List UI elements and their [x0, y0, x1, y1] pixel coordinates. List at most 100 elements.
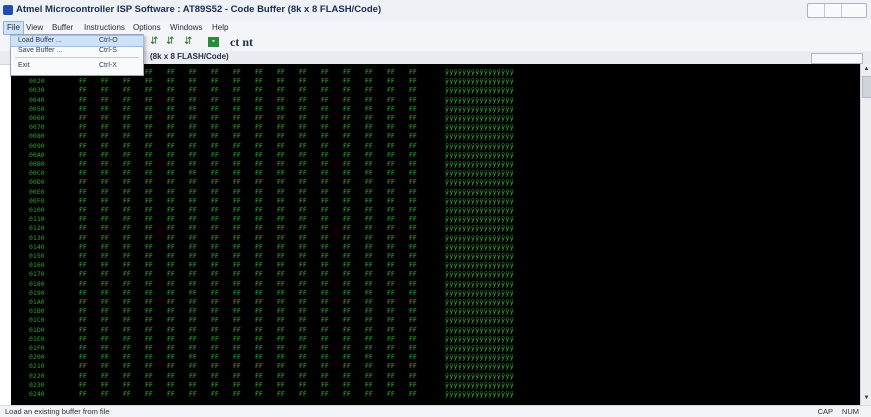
hex-byte: FF [387, 132, 395, 141]
menu-item-save-buffer[interactable]: Save Buffer ... Ctrl-S [11, 46, 143, 56]
hex-byte: FF [101, 187, 109, 196]
hex-byte: FF [255, 132, 263, 141]
hex-byte: FF [145, 187, 153, 196]
hex-byte: FF [343, 224, 351, 233]
hex-byte: FF [365, 261, 373, 270]
hex-byte: FF [211, 307, 219, 316]
menu-instructions[interactable]: Instructions [84, 23, 125, 32]
hex-byte: FF [299, 104, 307, 113]
menu-item-exit[interactable]: Exit Ctrl-X [11, 61, 143, 71]
hex-byte: FF [211, 298, 219, 306]
scroll-down-icon[interactable]: ▼ [862, 395, 871, 403]
menu-item-load-buffer[interactable]: Load Buffer ... Ctrl-O [10, 35, 144, 47]
verify-icon[interactable]: ⇵ [166, 36, 174, 47]
hex-byte: FF [211, 104, 219, 113]
buffer-row: 0220 FF FF FF FF FF FF FF FF FF FF FF FF FF FF FF FF ÿÿÿÿ… [11, 372, 811, 381]
hex-byte: FF [167, 325, 175, 334]
hex-byte: FF [365, 206, 373, 214]
row-address: 01B0 [29, 307, 45, 316]
chip-icon[interactable]: ▪ [208, 37, 219, 47]
hex-byte: FF [123, 86, 131, 95]
hex-byte: FF [189, 160, 197, 168]
hex-byte: FF [365, 150, 373, 159]
row-ascii: ÿÿÿÿÿÿÿÿÿÿÿÿÿÿÿÿ [445, 279, 515, 288]
hex-byte: FF [167, 86, 175, 95]
hex-byte: FF [321, 233, 329, 242]
buffer-row: 0030 FF FF FF FF FF FF FF FF FF FF FF FF FF FF FF FF ÿÿÿÿ… [11, 86, 811, 95]
maximize-button[interactable] [825, 4, 842, 17]
menu-file[interactable]: File [3, 21, 24, 35]
hex-byte: FF [189, 86, 197, 95]
child-window-controls[interactable] [811, 53, 863, 64]
hex-byte: FF [79, 325, 87, 334]
hex-byte: FF [145, 242, 153, 251]
hex-byte: FF [101, 86, 109, 95]
hex-byte: FF [167, 169, 175, 178]
hex-byte: FF [409, 160, 417, 168]
hex-byte: FF [277, 390, 285, 398]
hex-byte: FF [101, 261, 109, 270]
hex-byte: FF [167, 178, 175, 187]
hex-byte: FF [277, 307, 285, 316]
hex-byte: FF [211, 187, 219, 196]
hex-byte: FF [321, 270, 329, 279]
hex-byte: FF [255, 169, 263, 178]
hex-byte: FF [277, 252, 285, 260]
hex-byte: FF [255, 95, 263, 104]
menu-buffer[interactable]: Buffer [52, 23, 73, 32]
hex-byte: FF [343, 362, 351, 371]
hex-byte: FF [145, 178, 153, 187]
hex-byte: FF [365, 160, 373, 168]
menu-windows[interactable]: Windows [170, 23, 202, 32]
hex-byte: FF [343, 298, 351, 306]
hex-byte: FF [277, 371, 285, 380]
hex-byte: FF [233, 279, 241, 288]
hex-byte: FF [343, 380, 351, 389]
hex-byte: FF [123, 215, 131, 224]
hex-byte: FF [321, 123, 329, 132]
row-ascii: ÿÿÿÿÿÿÿÿÿÿÿÿÿÿÿÿ [445, 150, 515, 159]
hex-byte: FF [145, 371, 153, 380]
hex-byte: FF [211, 252, 219, 260]
close-button[interactable] [842, 4, 866, 17]
scroll-thumb[interactable] [862, 76, 871, 98]
read-icon[interactable]: ⇵ [184, 36, 192, 47]
hex-byte: FF [101, 233, 109, 242]
hex-byte: FF [101, 141, 109, 150]
hex-byte: FF [79, 141, 87, 150]
program-icon[interactable]: ⇵ [150, 36, 158, 47]
code-buffer-view[interactable]: 0010FFFFFFFFFFFFFFFFFFFFFFFFFFFFFFFFÿÿÿÿ… [11, 64, 860, 405]
hex-byte: FF [211, 215, 219, 224]
hex-byte: FF [233, 215, 241, 224]
hex-byte: FF [79, 288, 87, 297]
hex-byte: FF [123, 169, 131, 178]
menu-help[interactable]: Help [212, 23, 228, 32]
hex-byte: FF [387, 141, 395, 150]
row-address: 0060 [29, 114, 45, 122]
hex-byte: FF [79, 123, 87, 132]
buffer-row: 01A0 FF FF FF FF FF FF FF FF FF FF FF FF FF FF FF FF ÿÿÿÿ… [11, 298, 811, 307]
hex-byte: FF [321, 261, 329, 270]
row-ascii: ÿÿÿÿÿÿÿÿÿÿÿÿÿÿÿÿ [445, 353, 515, 362]
hex-byte: FF [343, 150, 351, 159]
hex-byte: FF [365, 132, 373, 141]
scroll-up-icon[interactable]: ▲ [862, 66, 871, 74]
app-icon [3, 5, 13, 15]
hex-byte: FF [387, 169, 395, 178]
buffer-row: 0200 FF FF FF FF FF FF FF FF FF FF FF FF FF FF FF FF ÿÿÿÿ… [11, 353, 811, 362]
hex-byte: FF [233, 270, 241, 279]
minimize-button[interactable] [808, 4, 825, 17]
hex-byte: FF [365, 242, 373, 251]
menu-view[interactable]: View [26, 23, 43, 32]
vertical-scrollbar[interactable]: ▲ ▼ [860, 64, 871, 405]
hex-byte: FF [409, 86, 417, 95]
menu-options[interactable]: Options [133, 23, 161, 32]
hex-byte: FF [387, 187, 395, 196]
hex-byte: FF [387, 298, 395, 306]
hex-byte: FF [277, 86, 285, 95]
row-ascii: ÿÿÿÿÿÿÿÿÿÿÿÿÿÿÿÿ [445, 187, 515, 196]
hex-byte: FF [321, 68, 329, 76]
hex-byte: FF [321, 150, 329, 159]
hex-byte: FF [189, 261, 197, 270]
row-address: 0160 [29, 261, 45, 270]
